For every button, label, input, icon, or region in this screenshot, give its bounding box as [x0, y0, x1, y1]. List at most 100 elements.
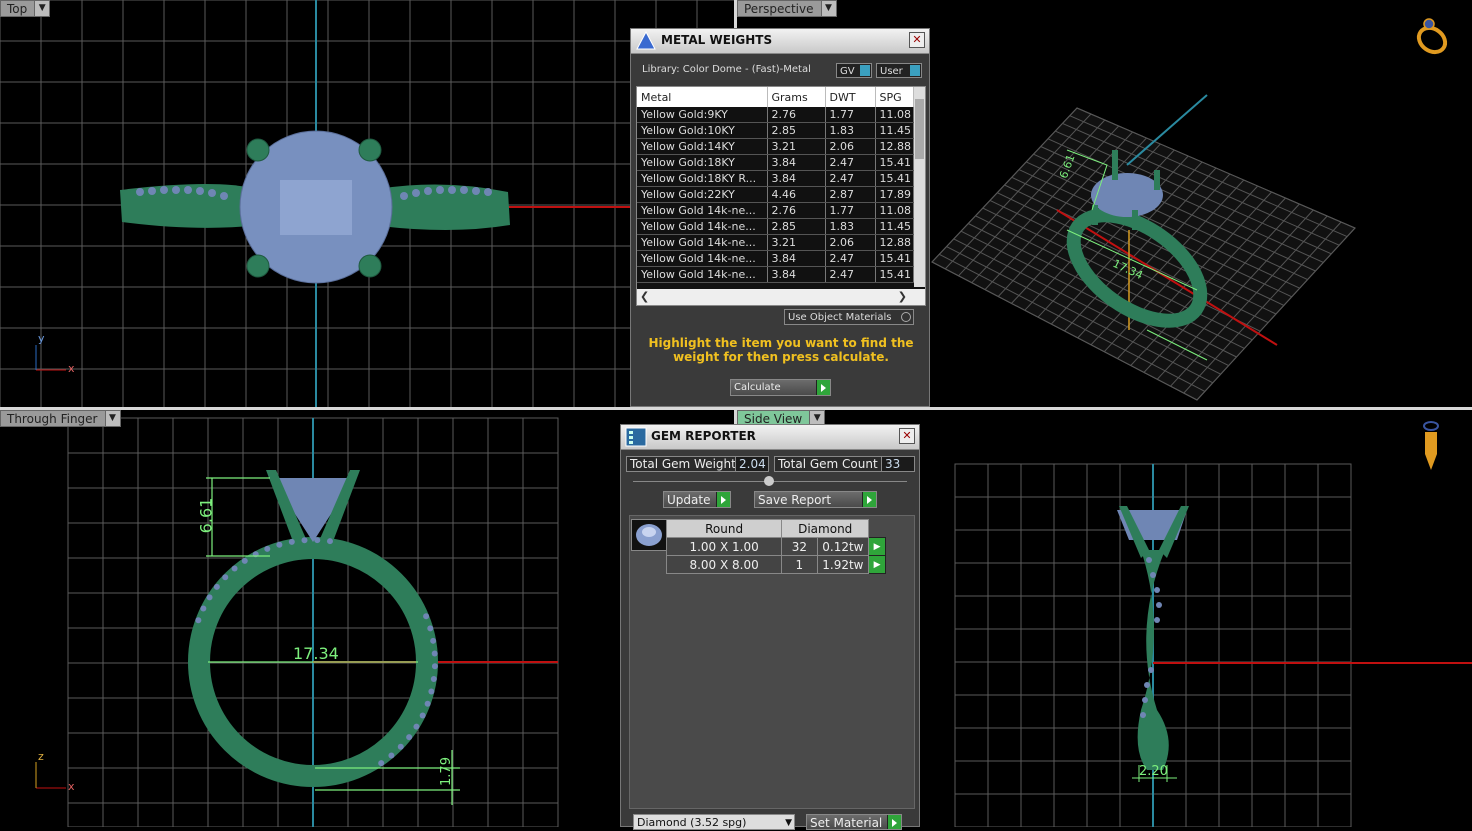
metal-cell: 2.85 [767, 122, 826, 139]
metal-cell: 11.08 [875, 107, 914, 123]
metal-row[interactable]: Yellow Gold:10KY 2.85 1.83 11.45 [637, 122, 914, 139]
splitter-handle[interactable] [633, 476, 907, 486]
user-toggle-label: User [880, 66, 903, 77]
metal-row[interactable]: Yellow Gold:18KY 3.84 2.47 15.41 [637, 154, 914, 171]
gem-row-go-button[interactable]: ▶ [868, 555, 886, 574]
viewport-label-text: Top [7, 2, 28, 16]
metal-row[interactable]: Yellow Gold:9KY 2.76 1.77 11.08 [637, 107, 914, 123]
metal-cell: Yellow Gold 14k-ne... [637, 250, 768, 267]
metal-cell: 15.41 [875, 154, 914, 171]
metal-row[interactable]: Yellow Gold:14KY 3.21 2.06 12.88 [637, 138, 914, 155]
metal-cell: 11.08 [875, 202, 914, 219]
metal-row[interactable]: Yellow Gold 14k-ne... 3.21 2.06 12.88 [637, 234, 914, 251]
viewport-top[interactable]: y x Top ▼ [0, 0, 734, 407]
gv-toggle-label: GV [840, 66, 855, 77]
metal-cell: 1.83 [825, 122, 876, 139]
save-report-label: Save Report [758, 493, 832, 507]
metal-weights-titlebar[interactable]: METAL WEIGHTS ✕ [631, 29, 929, 54]
round-gem-icon[interactable] [631, 519, 667, 551]
gem-reporter-panel: GEM REPORTER ✕ Total Gem Weight 2.04 Tot… [620, 424, 920, 830]
metal-cell: Yellow Gold:22KY [637, 186, 768, 203]
gem-cell: 1 [781, 555, 818, 574]
metal-table-container[interactable]: Metal Grams DWT SPG Yellow Gold:9KY 2.76 1… [636, 86, 926, 306]
ring-icon[interactable] [1415, 16, 1449, 56]
scroll-right-icon[interactable]: ❯ [898, 289, 907, 305]
set-material-label: Set Material [810, 816, 883, 830]
metal-cell: 17.89 [875, 186, 914, 203]
gem-cell: 1.00 X 1.00 [665, 537, 783, 556]
metal-cell: Yellow Gold:14KY [637, 138, 768, 155]
metal-cell: 3.21 [767, 234, 826, 251]
metal-cell: 15.41 [875, 266, 914, 283]
close-icon[interactable]: ✕ [909, 32, 925, 48]
metal-cell: 12.88 [875, 138, 914, 155]
metal-cell: 2.06 [825, 138, 876, 155]
metal-cell: 11.45 [875, 218, 914, 235]
metal-cell: 2.76 [767, 202, 826, 219]
axis-y-label: y [38, 332, 45, 345]
viewport-label-through-finger[interactable]: Through Finger ▼ [0, 410, 121, 427]
gem-row[interactable]: 1.00 X 1.00 32 0.12tw ▶ [665, 537, 886, 556]
gem-reporter-titlebar[interactable]: GEM REPORTER ✕ [621, 425, 919, 450]
vertical-scrollbar[interactable] [914, 87, 925, 287]
metal-cell: 1.77 [825, 202, 876, 219]
viewport-label-text: Through Finger [7, 412, 98, 426]
col-spg[interactable]: SPG [875, 87, 914, 107]
gem-cell: 32 [781, 537, 818, 556]
metal-cell: 3.84 [767, 154, 826, 171]
metal-row[interactable]: Yellow Gold 14k-ne... 2.85 1.83 11.45 [637, 218, 914, 235]
horizontal-scrollbar[interactable]: ❮ ❯ [637, 289, 925, 305]
col-metal[interactable]: Metal [637, 87, 768, 107]
metal-cell: Yellow Gold:10KY [637, 122, 768, 139]
gem-row-go-button[interactable]: ▶ [868, 537, 886, 556]
use-object-materials-toggle[interactable]: Use Object Materials [784, 309, 914, 325]
col-dwt[interactable]: DWT [825, 87, 876, 107]
update-button[interactable]: Update [663, 491, 731, 508]
gem-row[interactable]: 8.00 X 8.00 1 1.92tw ▶ [665, 555, 886, 574]
metal-row[interactable]: Yellow Gold 14k-ne... 3.84 2.47 15.41 [637, 250, 914, 267]
cone-icon [636, 31, 656, 50]
chevron-down-icon[interactable]: ▼ [34, 1, 50, 16]
chevron-down-icon[interactable]: ▼ [785, 815, 792, 831]
metal-cell: 4.46 [767, 186, 826, 203]
gem-report-icon [625, 427, 647, 447]
metal-row[interactable]: Yellow Gold:22KY 4.46 2.87 17.89 [637, 186, 914, 203]
metal-row[interactable]: Yellow Gold 14k-ne... 3.84 2.47 15.41 [637, 266, 914, 283]
chevron-down-icon[interactable]: ▼ [820, 1, 836, 16]
panel-title: METAL WEIGHTS [661, 33, 773, 47]
set-material-button[interactable]: Set Material [806, 814, 902, 830]
metal-cell: 2.87 [825, 186, 876, 203]
col-grams[interactable]: Grams [767, 87, 826, 107]
metal-cell: 3.84 [767, 250, 826, 267]
viewport-label-top[interactable]: Top ▼ [0, 0, 51, 17]
col-diamond[interactable]: Diamond [781, 519, 870, 538]
update-label: Update [667, 493, 711, 507]
col-round[interactable]: Round [665, 519, 783, 538]
metal-cell: Yellow Gold:18KY R... [637, 170, 768, 187]
chevron-down-icon[interactable]: ▼ [104, 411, 120, 426]
gv-toggle[interactable]: GV [836, 63, 872, 78]
metal-cell: 1.77 [825, 107, 876, 123]
user-toggle[interactable]: User [876, 63, 922, 78]
report-area[interactable]: Round Diamond 1.00 X 1.00 32 0.12tw ▶ 8.00 X… [629, 515, 915, 809]
metal-row[interactable]: Yellow Gold:18KY R... 3.84 2.47 15.41 [637, 170, 914, 187]
use-object-materials-label: Use Object Materials [788, 312, 892, 323]
material-select[interactable]: Diamond (3.52 spg) ▼ [633, 814, 795, 830]
viewport-label-text: Perspective [744, 2, 814, 16]
metal-cell: Yellow Gold:18KY [637, 154, 768, 171]
scroll-left-icon[interactable]: ❮ [640, 289, 649, 305]
dim-base: 1.79 [438, 757, 454, 786]
close-icon[interactable]: ✕ [899, 428, 915, 444]
metal-cell: Yellow Gold 14k-ne... [637, 202, 768, 219]
calculate-button[interactable]: Calculate [730, 379, 831, 396]
axis-x-label: x [68, 362, 75, 375]
viewport-label-perspective[interactable]: Perspective ▼ [737, 0, 837, 17]
save-report-button[interactable]: Save Report [754, 491, 877, 508]
hint-text: Highlight the item you want to find the … [648, 336, 914, 364]
dim-height: 6.61 [196, 497, 216, 534]
calculate-label: Calculate [734, 382, 781, 393]
metal-cell: Yellow Gold 14k-ne... [637, 218, 768, 235]
metal-cell: 15.41 [875, 170, 914, 187]
metal-row[interactable]: Yellow Gold 14k-ne... 2.76 1.77 11.08 [637, 202, 914, 219]
side-tool-icon[interactable] [1421, 420, 1441, 472]
